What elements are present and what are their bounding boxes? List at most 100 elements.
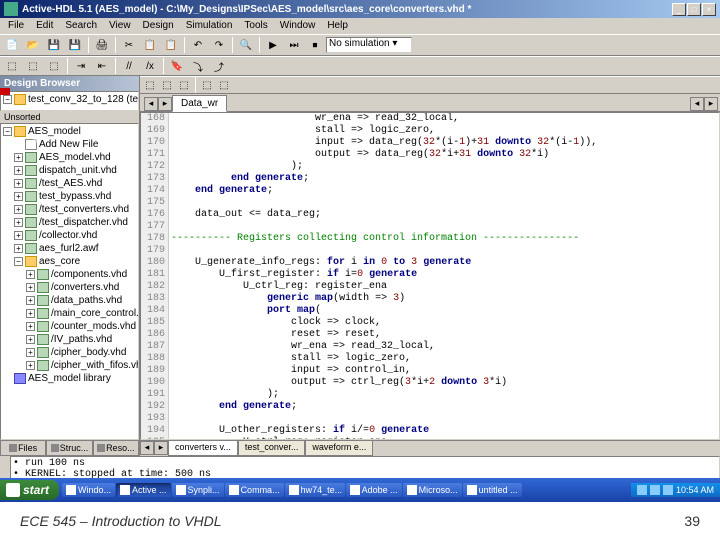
ed-tool-icon[interactable]: ⬚ <box>159 78 175 92</box>
menu-window[interactable]: Window <box>274 19 322 33</box>
tree-item[interactable]: +dispatch_unit.vhd <box>2 164 137 177</box>
tree-item[interactable]: +/cipher_with_fifos.vhd <box>2 359 137 372</box>
tree-item[interactable]: +AES_model.vhd <box>2 151 137 164</box>
design-tree[interactable]: −test_conv_32_to_128 (test) <box>0 91 139 111</box>
simulation-dropdown[interactable]: No simulation ▾ <box>326 37 412 53</box>
cut-icon[interactable]: ✂ <box>119 36 139 54</box>
tree-item[interactable]: +/test_converters.vhd <box>2 203 137 216</box>
tree-item[interactable]: +/counter_mods.vhd <box>2 320 137 333</box>
file-icon <box>37 347 49 358</box>
tab-nav-left-icon[interactable]: ◂ <box>140 441 154 455</box>
step-icon[interactable]: ⏭ <box>284 36 304 54</box>
taskbar-app-icon <box>229 485 239 495</box>
copy-icon[interactable]: 📋 <box>140 36 160 54</box>
tree-item[interactable]: +/test_AES.vhd <box>2 177 137 190</box>
tree-item[interactable]: +/components.vhd <box>2 268 137 281</box>
editor-tab[interactable]: Data_wr <box>172 95 227 112</box>
sidebar-tab[interactable]: Files <box>0 441 46 456</box>
taskbar-item[interactable]: Comma... <box>225 483 284 497</box>
file-icon <box>25 230 37 241</box>
find-icon[interactable]: 🔍 <box>236 36 256 54</box>
taskbar-item[interactable]: Windo... <box>62 483 115 497</box>
tab-scroll-right-icon[interactable]: ▸ <box>704 97 718 111</box>
file-icon <box>25 139 37 150</box>
tree-item[interactable]: AES_model library <box>2 372 137 385</box>
menu-tools[interactable]: Tools <box>238 19 273 33</box>
undo-icon[interactable]: ↶ <box>188 36 208 54</box>
menu-help[interactable]: Help <box>321 19 354 33</box>
taskbar-item[interactable]: Active ... <box>116 483 171 497</box>
ed-tool-icon[interactable]: ⬚ <box>199 78 215 92</box>
file-icon <box>37 269 49 280</box>
ed-tool-icon[interactable]: ⬚ <box>176 78 192 92</box>
menu-edit[interactable]: Edit <box>30 19 59 33</box>
code-editor[interactable]: wr_ena => read_32_local, stall => logic_… <box>169 113 719 439</box>
tab-nav-right-icon[interactable]: ▸ <box>154 441 168 455</box>
sidebar-tab[interactable]: Struc... <box>46 441 92 456</box>
comment-icon[interactable]: // <box>119 57 139 75</box>
file-icon <box>25 165 37 176</box>
tool-icon[interactable]: ⬚ <box>44 57 64 75</box>
tool-icon[interactable]: ⬚ <box>23 57 43 75</box>
bookmark-next-icon[interactable]: ⤵ <box>188 57 208 75</box>
editor-bottom-tab[interactable]: test_conver... <box>238 441 306 456</box>
uncomment-icon[interactable]: /x <box>140 57 160 75</box>
start-button[interactable]: start <box>0 480 59 500</box>
tray-icon[interactable] <box>663 485 673 495</box>
tree-item[interactable]: +/collector.vhd <box>2 229 137 242</box>
taskbar-item[interactable]: untitled ... <box>463 483 522 497</box>
tree-item[interactable]: +/data_paths.vhd <box>2 294 137 307</box>
tree-item[interactable]: −AES_model <box>2 125 137 138</box>
taskbar-item[interactable]: Synpli... <box>172 483 224 497</box>
tree-item[interactable]: +/main_core_control.vhd <box>2 307 137 320</box>
ed-tool-icon[interactable]: ⬚ <box>142 78 158 92</box>
editor-bottom-tab[interactable]: waveform e... <box>305 441 373 456</box>
paste-icon[interactable]: 📋 <box>161 36 181 54</box>
taskbar-app-icon <box>66 485 76 495</box>
minimize-button[interactable]: _ <box>672 3 686 16</box>
save-all-icon[interactable]: 💾 <box>65 36 85 54</box>
menu-view[interactable]: View <box>103 19 137 33</box>
taskbar-item[interactable]: Microso... <box>403 483 462 497</box>
tool-icon[interactable]: ⬚ <box>2 57 22 75</box>
maximize-button[interactable]: □ <box>687 3 701 16</box>
tree-item[interactable]: +/IV_paths.vhd <box>2 333 137 346</box>
ed-tool-icon[interactable]: ⬚ <box>216 78 232 92</box>
menu-design[interactable]: Design <box>137 19 180 33</box>
open-icon[interactable]: 📂 <box>23 36 43 54</box>
menu-search[interactable]: Search <box>59 19 103 33</box>
tree-item[interactable]: +/test_dispatcher.vhd <box>2 216 137 229</box>
print-icon[interactable]: 🖨 <box>92 36 112 54</box>
system-tray[interactable]: 10:54 AM <box>631 483 720 497</box>
taskbar-item[interactable]: hw74_te... <box>285 483 345 497</box>
new-icon[interactable]: 📄 <box>2 36 22 54</box>
sidebar-tab[interactable]: Reso... <box>93 441 139 456</box>
menu-simulation[interactable]: Simulation <box>180 19 239 33</box>
tree-item[interactable]: −aes_core <box>2 255 137 268</box>
run-icon[interactable]: ▶ <box>263 36 283 54</box>
file-icon <box>37 334 49 345</box>
close-button[interactable]: × <box>702 3 716 16</box>
file-tree[interactable]: −AES_modelAdd New File+AES_model.vhd+dis… <box>0 123 139 440</box>
tray-icon[interactable] <box>650 485 660 495</box>
tree-item[interactable]: +/cipher_body.vhd <box>2 346 137 359</box>
taskbar-item[interactable]: Adobe ... <box>346 483 402 497</box>
tab-prev-icon[interactable]: ◂ <box>144 97 158 111</box>
save-icon[interactable]: 💾 <box>44 36 64 54</box>
tree-item[interactable]: +aes_furl2.awf <box>2 242 137 255</box>
tree-item[interactable]: +/converters.vhd <box>2 281 137 294</box>
editor-bottom-tab[interactable]: converters v... <box>168 441 238 456</box>
bookmark-icon[interactable]: 🔖 <box>167 57 187 75</box>
tree-item[interactable]: +test_bypass.vhd <box>2 190 137 203</box>
menu-file[interactable]: File <box>2 19 30 33</box>
stop-icon[interactable]: ⏹ <box>305 36 325 54</box>
tree-item[interactable]: Add New File <box>2 138 137 151</box>
tray-icon[interactable] <box>637 485 647 495</box>
bookmark-prev-icon[interactable]: ⤴ <box>209 57 229 75</box>
outdent-icon[interactable]: ⇤ <box>92 57 112 75</box>
tab-scroll-left-icon[interactable]: ◂ <box>690 97 704 111</box>
tab-next-icon[interactable]: ▸ <box>158 97 172 111</box>
tree-top[interactable]: test_conv_32_to_128 (test) <box>28 94 139 105</box>
redo-icon[interactable]: ↷ <box>209 36 229 54</box>
indent-icon[interactable]: ⇥ <box>71 57 91 75</box>
